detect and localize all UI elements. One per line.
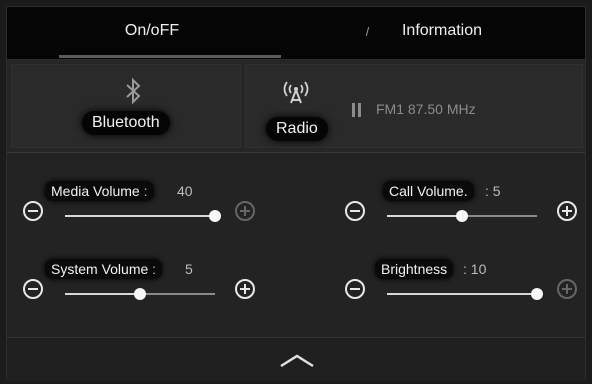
brightness-track[interactable] (387, 288, 543, 300)
tab-information[interactable]: Information (297, 7, 587, 59)
radio-frequency: FM1 87.50 MHz (376, 101, 476, 117)
call-volume-knob[interactable] (456, 210, 468, 222)
active-tab-indicator (59, 55, 281, 58)
call-volume-slider: Call Volume. : 5 (345, 181, 592, 251)
call-volume-label: Call Volume. (383, 181, 474, 201)
brightness-knob[interactable] (531, 288, 543, 300)
system-volume-track[interactable] (65, 288, 215, 300)
bluetooth-tile[interactable]: Bluetooth (11, 64, 241, 148)
system-volume-value: 5 (185, 261, 193, 277)
call-volume-decrease-button[interactable] (345, 201, 365, 221)
media-volume-slider: Media Volume : 40 (23, 181, 283, 251)
brightness-decrease-button[interactable] (345, 279, 365, 299)
brightness-increase-button[interactable] (557, 279, 577, 299)
system-volume-fill (65, 293, 140, 295)
system-volume-decrease-button[interactable] (23, 279, 43, 299)
media-volume-fill (65, 215, 215, 217)
call-volume-track[interactable] (387, 210, 537, 222)
radio-signal-icon (283, 81, 309, 104)
call-volume-fill (387, 215, 462, 217)
media-volume-label: Media Volume : (45, 181, 154, 201)
pause-icon[interactable] (352, 103, 362, 117)
system-volume-slider: System Volume : 5 (23, 259, 283, 329)
call-volume-increase-button[interactable] (557, 201, 577, 221)
brightness-label: Brightness (375, 259, 454, 279)
bluetooth-icon (126, 77, 141, 105)
radio-tile[interactable]: Radio FM1 87.50 MHz (245, 64, 583, 148)
media-volume-value: 40 (177, 183, 193, 199)
call-volume-value: : 5 (485, 183, 501, 199)
brightness-slider: Brightness : 10 (345, 259, 592, 329)
brightness-fill (387, 293, 537, 295)
system-volume-label: System Volume : (45, 259, 163, 279)
source-panel: Bluetooth Radio FM1 87.50 MHz (7, 60, 585, 153)
tab-on-off[interactable]: On/oFF (7, 7, 297, 59)
radio-label: Radio (266, 117, 328, 141)
media-volume-knob[interactable] (209, 210, 221, 222)
media-volume-track[interactable] (65, 210, 221, 222)
settings-sliders: Media Volume : 40 Call Volume. : 5 Syste… (7, 153, 585, 335)
system-volume-increase-button[interactable] (235, 279, 255, 299)
media-volume-decrease-button[interactable] (23, 201, 43, 221)
bottom-bar (7, 337, 585, 382)
system-volume-knob[interactable] (134, 288, 146, 300)
settings-panel: On/oFF Information Bluetooth Radio FM1 8 (6, 6, 586, 382)
brightness-value: : 10 (463, 261, 487, 277)
tab-bar: On/oFF Information (7, 7, 585, 60)
bluetooth-label: Bluetooth (82, 111, 170, 135)
media-volume-increase-button[interactable] (235, 201, 255, 221)
chevron-up-icon[interactable] (277, 350, 317, 370)
